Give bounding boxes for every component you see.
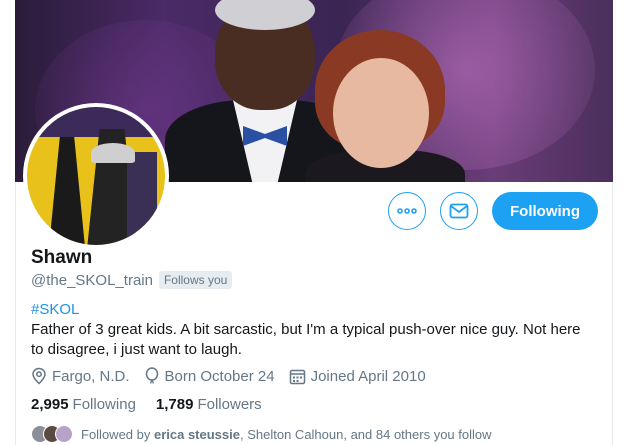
profile-name: Shawn [31,247,93,268]
following-label: Following [72,396,136,413]
envelope-icon [449,203,469,219]
followers-count: 1,789 [155,396,194,413]
followed-by-user: erica steussie [153,426,240,442]
profile-bio: #SKOL Father of 3 great kids. A bit sarc… [31,300,591,360]
followers-label: Followers [197,396,262,413]
following-count: 2,995 [31,396,69,413]
profile-stats: 2,995 Following 1,789 Followers [31,396,262,413]
joined-text: Joined April 2010 [310,367,426,385]
followed-by-rest: , Shelton Calhoun, and 84 others you fol… [240,426,492,442]
profile-meta: Fargo, N.D. Born October 24 Joined April… [31,367,426,385]
profile-avatar[interactable] [23,103,169,249]
followers-stat[interactable]: 1,789 Followers [156,396,262,413]
profile-actions: Following [388,192,598,230]
hashtag-link[interactable]: #SKOL [31,300,591,320]
following-button[interactable]: Following [492,192,598,230]
birthday-item: Born October 24 [144,367,275,385]
profile-handle: @the_SKOL_train [31,271,153,289]
joined-item: Joined April 2010 [289,368,426,385]
avatar-detail [91,143,135,163]
follows-you-badge: Follows you [158,271,233,289]
following-stat[interactable]: 2,995 Following [31,396,136,413]
banner-figure [333,58,429,168]
more-button[interactable] [388,192,427,230]
handle-row: @the_SKOL_train Follows you [31,271,233,289]
followed-by-prefix: Followed by [81,426,154,442]
message-button[interactable] [440,192,479,230]
birthday-text: Born October 24 [164,367,275,385]
avatar [55,425,73,443]
mutual-avatars [31,425,73,443]
followed-by[interactable]: Followed by erica steussie, Shelton Calh… [31,425,492,443]
location-pin-icon [32,367,46,385]
location-text: Fargo, N.D. [52,367,130,385]
balloon-icon [145,367,158,384]
bio-text: Father of 3 great kids. A bit sarcastic,… [31,321,581,358]
avatar-detail [49,137,85,245]
calendar-icon [289,369,305,384]
location-item: Fargo, N.D. [31,367,130,385]
avatar-detail [127,152,157,245]
avatar-detail [27,107,165,137]
more-dots-icon [397,208,417,214]
